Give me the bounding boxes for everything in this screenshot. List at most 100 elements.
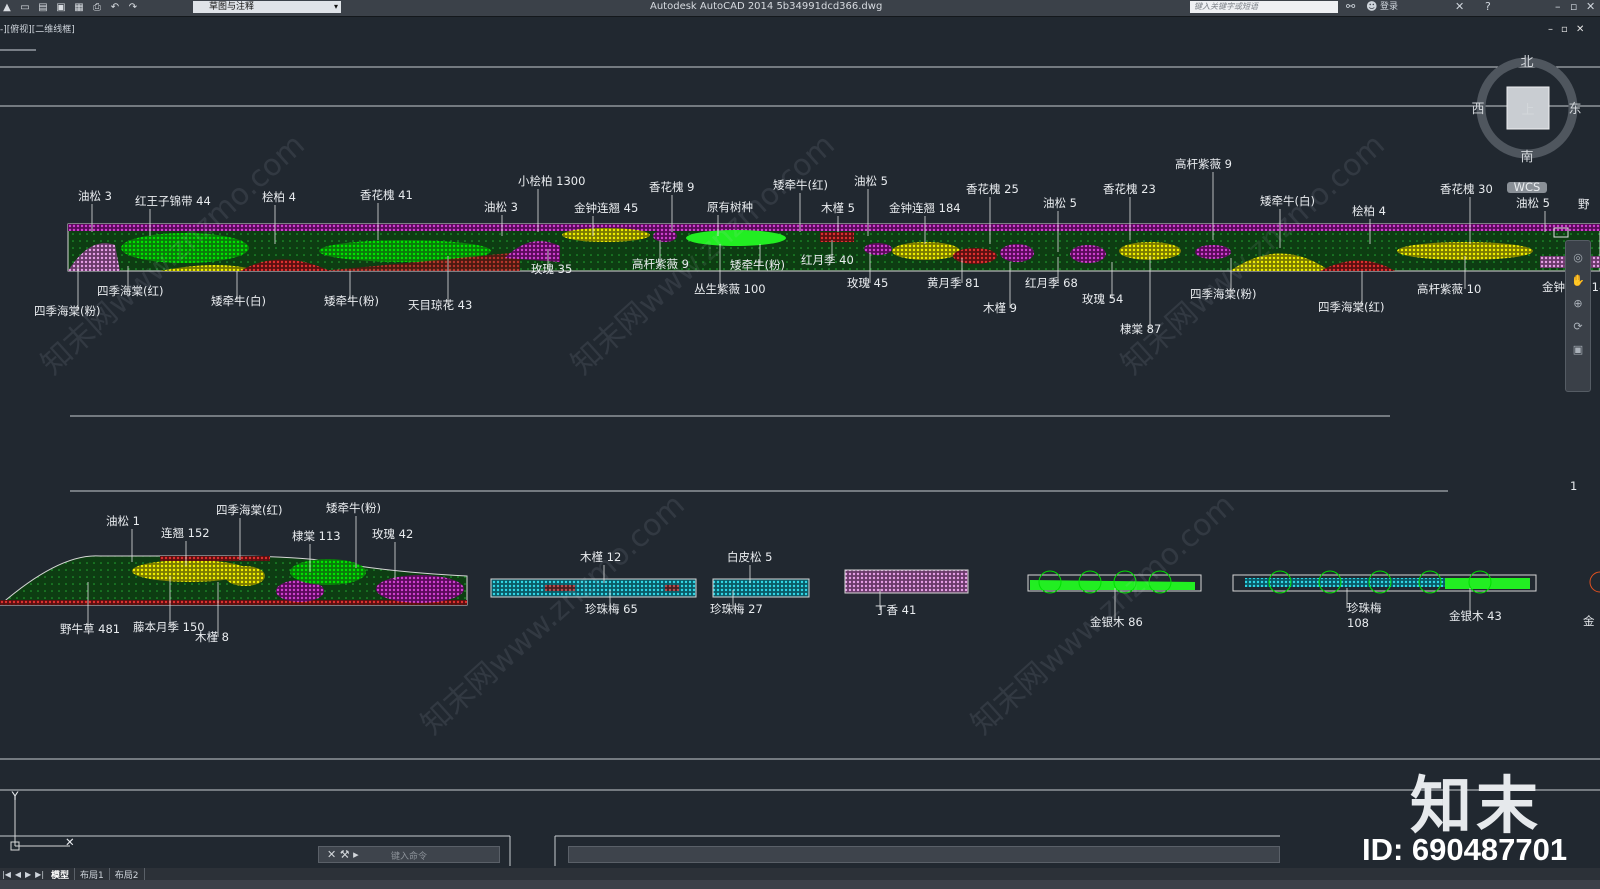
close-icon[interactable]: ✕ ⚒ ▸ bbox=[327, 848, 359, 861]
plant-label: 香花槐 41 bbox=[360, 188, 413, 202]
compass-north[interactable]: 北 bbox=[1520, 55, 1533, 70]
plant-label: 珍珠梅 27 bbox=[710, 602, 763, 616]
plant-label: 香花槐 23 bbox=[1103, 182, 1156, 196]
plant-label: 油松 1 bbox=[106, 514, 140, 528]
plant-label: 矮牵牛(白) bbox=[211, 294, 266, 308]
app-title: Autodesk AutoCAD 2014 5b34991dcd366.dwg bbox=[650, 1, 883, 12]
command-history bbox=[568, 846, 1280, 863]
planting-bed-section-d bbox=[844, 569, 969, 594]
compass-east[interactable]: 东 bbox=[1568, 102, 1581, 117]
viewcube-top-face[interactable]: 上 bbox=[1521, 103, 1534, 118]
workspace-label: 草图与注释 bbox=[209, 2, 255, 12]
prev-tab-icon[interactable]: ◀ bbox=[15, 870, 21, 879]
plant-label: 红月季 68 bbox=[1025, 276, 1078, 290]
plant-label: 棣棠 113 bbox=[292, 529, 341, 543]
plant-label: 金钟连翘 184 bbox=[889, 201, 961, 215]
workspace-dropdown[interactable]: 草图与注释 ▾ bbox=[193, 1, 341, 13]
redo-icon[interactable]: ↷ bbox=[126, 2, 140, 14]
save-as-icon[interactable]: ▦ bbox=[72, 2, 86, 14]
tab-layout1[interactable]: 布局1 bbox=[75, 867, 110, 881]
plant-label: 油松 5 bbox=[1516, 196, 1550, 210]
orbit-icon[interactable]: ⟳ bbox=[1566, 320, 1590, 333]
open-file-icon[interactable]: ▤ bbox=[36, 2, 50, 14]
plant-label: 金 bbox=[1583, 614, 1595, 628]
next-tab-icon[interactable]: ▶ bbox=[25, 870, 31, 879]
compass-west[interactable]: 西 bbox=[1471, 102, 1484, 117]
plant-label: 矮牵牛(粉) bbox=[326, 501, 381, 515]
status-bar bbox=[0, 880, 1600, 889]
planting-bed-section-a bbox=[0, 555, 468, 606]
title-bar: ▲ ▭ ▤ ▣ ▦ ⎙ ↶ ↷ 草图与注释 ▾ Autodesk AutoCAD… bbox=[0, 0, 1600, 17]
plant-label: 野 bbox=[1578, 197, 1590, 211]
plant-label: 玫瑰 42 bbox=[372, 527, 413, 541]
plant-label: 藤本月季 150 bbox=[133, 620, 205, 634]
help-icon[interactable]: ? bbox=[1485, 0, 1491, 14]
login-button[interactable]: 登录 bbox=[1380, 0, 1398, 14]
plant-label: 珍珠梅 65 bbox=[585, 602, 638, 616]
plant-label: 连翘 152 bbox=[161, 526, 210, 540]
plant-label: 木槿 9 bbox=[983, 301, 1017, 315]
tab-model[interactable]: 模型 bbox=[46, 867, 76, 881]
plant-label: 108 bbox=[1347, 616, 1369, 630]
plant-label: 香花槐 9 bbox=[649, 180, 694, 194]
new-file-icon[interactable]: ▭ bbox=[18, 2, 32, 14]
plant-label: 木槿 5 bbox=[821, 201, 855, 215]
plant-label: 油松 5 bbox=[854, 174, 888, 188]
search-input[interactable]: 键入关键字或短语 bbox=[1190, 1, 1338, 13]
plant-label: 矮牵牛(粉) bbox=[730, 258, 785, 272]
showmotion-icon[interactable]: ▣ bbox=[1566, 343, 1590, 356]
app-menu-icon[interactable]: ▲ bbox=[0, 2, 14, 14]
compass-south[interactable]: 南 bbox=[1520, 149, 1533, 165]
wcs-button[interactable]: WCS bbox=[1514, 180, 1541, 194]
binoculars-icon[interactable]: ⚯ bbox=[1346, 0, 1355, 14]
plant-label: 矮牵牛(粉) bbox=[324, 294, 379, 308]
zoom-icon[interactable]: ⊕ bbox=[1566, 297, 1590, 310]
plant-label: 玫瑰 54 bbox=[1082, 292, 1123, 306]
plant-label: 高杆紫薇 10 bbox=[1417, 282, 1481, 296]
undo-icon[interactable]: ↶ bbox=[108, 2, 122, 14]
plant-label: 小桧柏 1300 bbox=[518, 174, 585, 188]
plant-label: 香花槐 25 bbox=[966, 182, 1019, 196]
plant-label: 四季海棠(红) bbox=[216, 503, 282, 517]
steering-wheel-icon[interactable]: ◎ bbox=[1566, 251, 1590, 264]
maximize-button[interactable]: ▫ bbox=[1570, 0, 1577, 14]
plant-label: 玫瑰 35 bbox=[531, 262, 572, 276]
plant-label: 丛生紫薇 100 bbox=[694, 282, 766, 296]
plant-label: 木槿 8 bbox=[195, 630, 229, 644]
print-icon[interactable]: ⎙ bbox=[90, 2, 104, 14]
planting-bed-section-c bbox=[712, 578, 810, 598]
pan-icon[interactable]: ✋ bbox=[1566, 274, 1590, 287]
plant-label: 油松 3 bbox=[484, 200, 518, 214]
quick-access-toolbar: ▲ ▭ ▤ ▣ ▦ ⎙ ↶ ↷ bbox=[0, 1, 144, 14]
svg-text:✕: ✕ bbox=[65, 835, 75, 849]
first-tab-icon[interactable]: |◀ bbox=[2, 870, 11, 879]
close-button[interactable]: ✕ bbox=[1586, 0, 1595, 14]
viewcube[interactable]: 上 北 南 西 东 WCS bbox=[1471, 55, 1581, 194]
plant-label: 金钟连翘 45 bbox=[574, 201, 638, 215]
svg-text:Y: Y bbox=[10, 789, 19, 803]
user-icon: ☻ bbox=[1366, 0, 1378, 13]
plant-label: 油松 3 bbox=[78, 189, 112, 203]
command-line[interactable]: ✕ ⚒ ▸ 键入命令 bbox=[318, 846, 500, 863]
plant-label: 玫瑰 45 bbox=[847, 276, 888, 290]
chevron-down-icon: ▾ bbox=[333, 2, 338, 11]
save-icon[interactable]: ▣ bbox=[54, 2, 68, 14]
minimize-button[interactable]: – bbox=[1555, 0, 1561, 14]
exchange-icon[interactable]: ✕ bbox=[1455, 0, 1464, 14]
plant-label: 金银木 43 bbox=[1449, 609, 1502, 623]
last-tab-icon[interactable]: ▶| bbox=[35, 870, 44, 879]
plant-label: 白皮松 5 bbox=[727, 550, 772, 564]
command-input[interactable]: 键入命令 bbox=[391, 849, 427, 862]
plant-label: 天目琼花 43 bbox=[408, 298, 472, 312]
sheet-number: 1 bbox=[1570, 479, 1577, 493]
ucs-icon: Y ✕ bbox=[10, 789, 75, 851]
plant-label: 桧柏 4 bbox=[1352, 204, 1386, 218]
plant-label: 四季海棠(红) bbox=[1318, 300, 1384, 314]
plant-label: 丁香 41 bbox=[875, 603, 916, 617]
plant-label: 红月季 40 bbox=[801, 253, 854, 267]
plant-label: 高杆紫薇 9 bbox=[1175, 157, 1232, 171]
navigation-bar[interactable]: ◎ ✋ ⊕ ⟳ ▣ bbox=[1565, 240, 1591, 392]
tab-layout2[interactable]: 布局2 bbox=[110, 867, 145, 881]
layout-tabs: |◀ ◀ ▶ ▶| 模型 布局1 布局2 bbox=[0, 867, 1600, 881]
plant-label: 油松 5 bbox=[1043, 196, 1077, 210]
